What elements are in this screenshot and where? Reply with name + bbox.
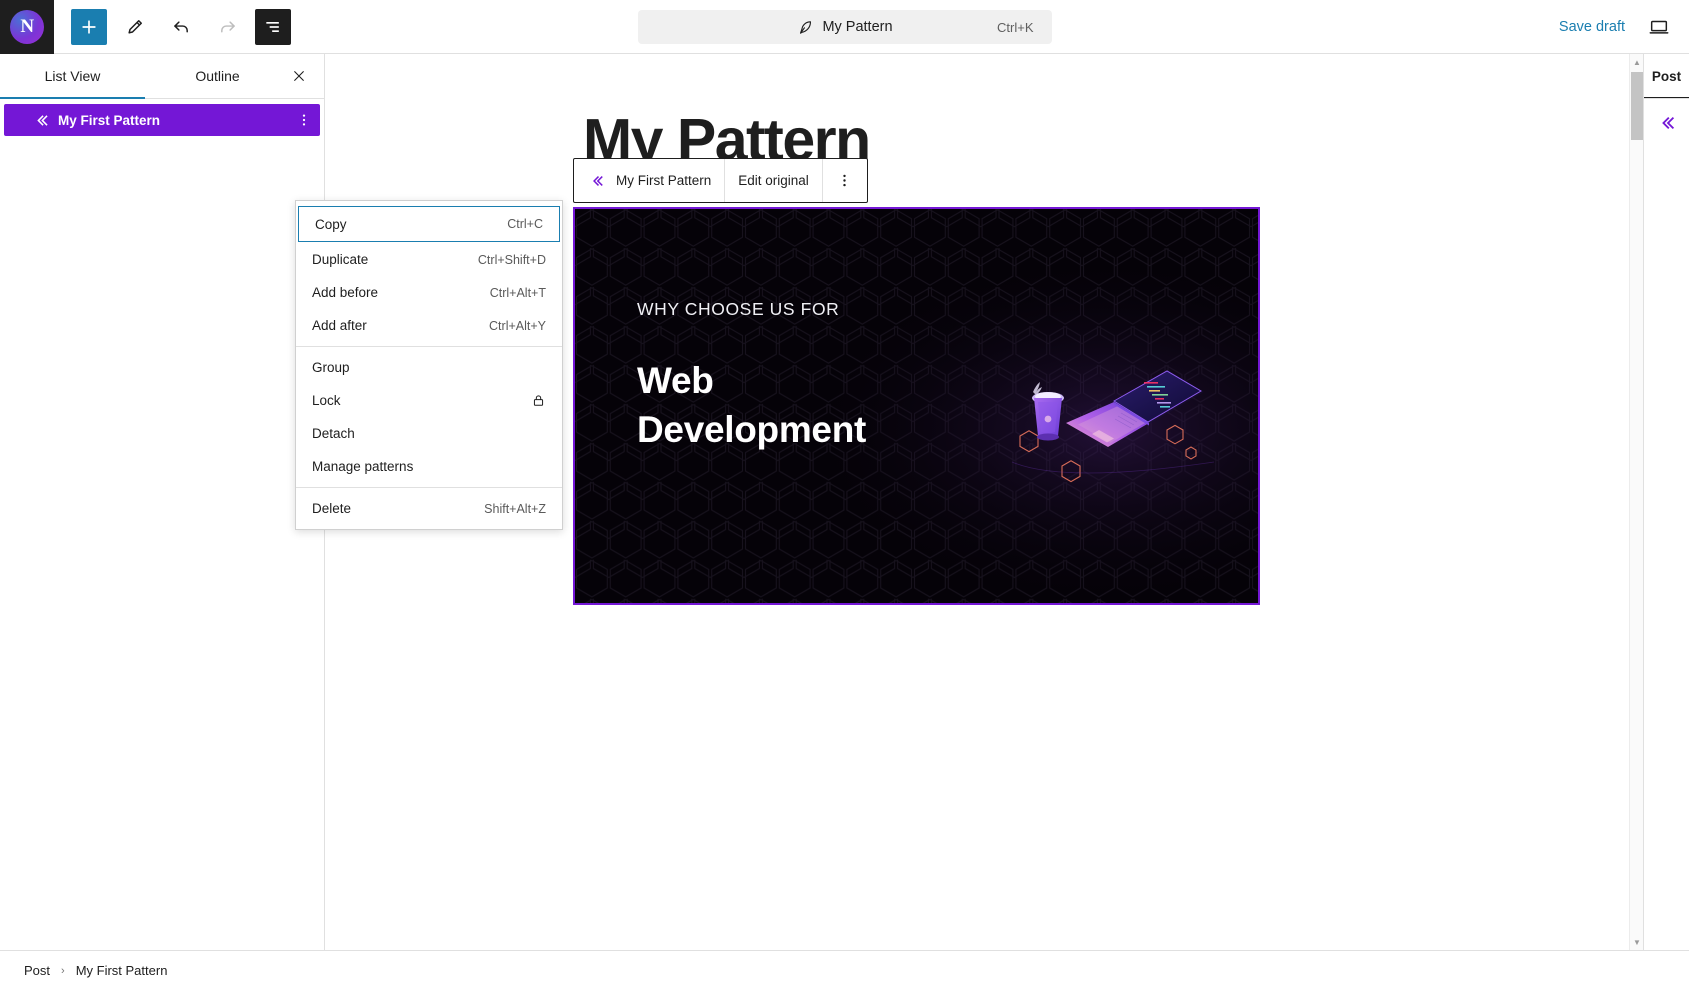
list-view-tabs: List View Outline: [0, 54, 324, 99]
block-type-pattern-button[interactable]: My First Pattern: [574, 159, 725, 202]
scroll-up-arrow-icon[interactable]: ▲: [1630, 54, 1643, 70]
menu-item-manage-patterns-label: Manage patterns: [312, 459, 413, 474]
menu-item-add-after-shortcut: Ctrl+Alt+Y: [489, 319, 546, 333]
menu-item-manage-patterns[interactable]: Manage patterns: [296, 450, 562, 483]
plus-icon: [79, 17, 99, 37]
menu-item-delete-shortcut: Shift+Alt+Z: [484, 502, 546, 516]
menu-item-lock[interactable]: Lock: [296, 384, 562, 417]
menu-item-add-before[interactable]: Add before Ctrl+Alt+T: [296, 276, 562, 309]
context-menu-group-3: Delete Shift+Alt+Z: [296, 487, 562, 529]
list-view-item-options-button[interactable]: [292, 108, 316, 132]
menu-item-group[interactable]: Group: [296, 351, 562, 384]
hero-kicker: WHY CHOOSE US FOR: [637, 299, 866, 320]
menu-item-duplicate-label: Duplicate: [312, 252, 368, 267]
editor-top-bar: N: [0, 0, 1689, 54]
menu-item-delete[interactable]: Delete Shift+Alt+Z: [296, 492, 562, 525]
hero-text-group: WHY CHOOSE US FOR Web Development: [637, 299, 866, 455]
context-menu-group-2: Group Lock Detach Manage patterns: [296, 346, 562, 487]
vertical-dots-icon: [296, 112, 312, 128]
list-view-icon: [263, 17, 283, 37]
block-options-button[interactable]: [823, 159, 867, 202]
scroll-down-arrow-icon[interactable]: ▼: [1630, 934, 1643, 950]
pattern-hero-block[interactable]: WHY CHOOSE US FOR Web Development: [573, 207, 1260, 605]
list-view-item-label: My First Pattern: [58, 113, 160, 128]
breadcrumb: Post › My First Pattern: [0, 950, 1689, 990]
breadcrumb-separator: ›: [61, 965, 65, 977]
command-bar-shortcut: Ctrl+K: [997, 20, 1033, 35]
menu-item-detach[interactable]: Detach: [296, 417, 562, 450]
tab-post-settings[interactable]: Post: [1644, 54, 1689, 99]
redo-arrow-icon: [217, 16, 238, 37]
pencil-icon: [125, 17, 145, 37]
lock-icon: [531, 393, 546, 408]
editor-window: N: [0, 0, 1689, 990]
desktop-preview-icon: [1648, 16, 1670, 38]
edit-tools-button[interactable]: [117, 9, 153, 45]
pattern-chevrons-icon: [587, 171, 607, 191]
undo-button[interactable]: [163, 9, 199, 45]
top-bar-tools: [54, 9, 296, 45]
block-toolbar: My First Pattern Edit original: [573, 158, 868, 203]
menu-item-copy[interactable]: Copy Ctrl+C: [298, 206, 560, 242]
command-bar-title: My Pattern: [822, 19, 892, 35]
menu-item-add-after-label: Add after: [312, 318, 367, 333]
menu-item-duplicate-shortcut: Ctrl+Shift+D: [478, 253, 546, 267]
undo-arrow-icon: [171, 16, 192, 37]
site-logo-letter: N: [20, 16, 33, 38]
pattern-chevrons-icon: [1656, 112, 1678, 134]
isometric-laptop-coffee-illustration: [1004, 344, 1234, 484]
menu-item-detach-label: Detach: [312, 426, 355, 441]
menu-item-add-after[interactable]: Add after Ctrl+Alt+Y: [296, 309, 562, 342]
vertical-dots-icon: [836, 172, 853, 189]
wordpress-site-icon: N: [10, 10, 44, 44]
close-x-icon: [291, 68, 307, 84]
menu-item-add-before-shortcut: Ctrl+Alt+T: [490, 286, 546, 300]
site-logo-button[interactable]: N: [0, 0, 54, 54]
list-view-panel: List View Outline My First: [0, 54, 325, 950]
canvas-scrollbar[interactable]: ▲ ▼: [1629, 54, 1643, 950]
redo-button[interactable]: [209, 9, 245, 45]
scrollbar-thumb[interactable]: [1631, 72, 1643, 140]
close-list-view-button[interactable]: [284, 61, 314, 91]
breadcrumb-item-my-first-pattern[interactable]: My First Pattern: [76, 963, 168, 978]
add-block-button[interactable]: [71, 9, 107, 45]
menu-item-delete-label: Delete: [312, 501, 351, 516]
pattern-chevrons-icon: [30, 109, 52, 131]
top-bar-actions: Save draft: [1549, 9, 1689, 45]
command-bar[interactable]: My Pattern Ctrl+K: [638, 10, 1052, 44]
editor-body: List View Outline My First: [0, 54, 1689, 950]
menu-item-copy-label: Copy: [315, 217, 347, 232]
tab-outline[interactable]: Outline: [145, 54, 290, 98]
preview-view-button[interactable]: [1641, 9, 1677, 45]
tab-list-view[interactable]: List View: [0, 54, 145, 98]
menu-item-lock-label: Lock: [312, 393, 341, 408]
breadcrumb-item-post[interactable]: Post: [24, 963, 50, 978]
list-view-tree: My First Pattern: [0, 99, 324, 950]
menu-item-copy-shortcut: Ctrl+C: [507, 217, 543, 231]
edit-original-button[interactable]: Edit original: [725, 159, 823, 202]
block-toolbar-pattern-label: My First Pattern: [616, 173, 711, 188]
list-view-button[interactable]: [255, 9, 291, 45]
block-context-menu: Copy Ctrl+C Duplicate Ctrl+Shift+D Add b…: [295, 200, 563, 530]
menu-item-duplicate[interactable]: Duplicate Ctrl+Shift+D: [296, 243, 562, 276]
save-draft-button[interactable]: Save draft: [1549, 12, 1635, 42]
feather-quill-icon: [796, 18, 814, 36]
menu-item-add-before-label: Add before: [312, 285, 378, 300]
hero-heading-line-1: Web: [637, 357, 866, 406]
menu-item-group-label: Group: [312, 360, 350, 375]
settings-sidebar: Post: [1643, 54, 1689, 950]
sidebar-block-pattern-icon[interactable]: [1644, 99, 1689, 147]
hero-heading: Web Development: [637, 357, 866, 455]
context-menu-group-1: Copy Ctrl+C Duplicate Ctrl+Shift+D Add b…: [296, 201, 562, 346]
list-view-item-my-first-pattern[interactable]: My First Pattern: [4, 104, 320, 136]
hero-heading-line-2: Development: [637, 406, 866, 455]
